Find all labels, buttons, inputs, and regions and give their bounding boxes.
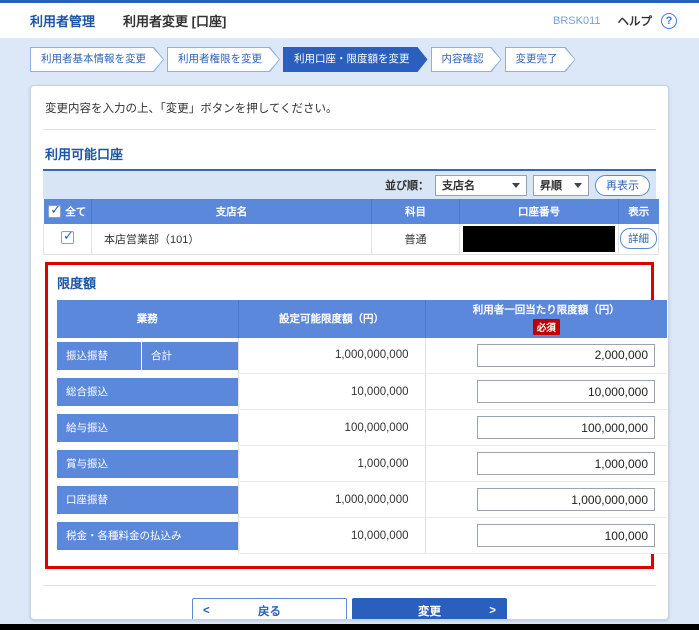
sort-key-select[interactable]: 支店名 <box>435 174 527 196</box>
limit-row-zeikin-payment: 税金・各種料金の払込み 10,000,000 <box>57 517 667 554</box>
limit-max-value: 10,000,000 <box>237 373 426 410</box>
limit-category-label: 総合振込 <box>57 377 238 406</box>
app-title: 利用者管理 <box>30 14 96 29</box>
sort-toolbar: 並び順： 支店名 昇順 再表示 <box>43 171 656 199</box>
sort-order-select[interactable]: 昇順 <box>533 174 589 196</box>
screen-id: BRSK011 <box>553 14 601 27</box>
account-number-redacted <box>463 225 615 252</box>
limit-input-sogo-furikomi[interactable] <box>477 380 655 403</box>
breadcrumb-step-permissions[interactable]: 利用者権限を変更 <box>167 47 280 72</box>
breadcrumb-step-basic-info[interactable]: 利用者基本情報を変更 <box>30 47 164 72</box>
limit-max-value: 100,000,000 <box>237 409 426 446</box>
limit-subcategory-label: 合計 <box>142 341 238 370</box>
submit-change-button[interactable]: 変更 > <box>352 598 507 619</box>
column-header-category: 業務 <box>57 299 238 338</box>
limit-input-furikomi-furikae[interactable] <box>477 343 655 367</box>
instruction-text: 変更内容を入力の上、「変更」ボタンを押してください。 <box>45 103 338 115</box>
breadcrumb-step-accounts-limits-current: 利用口座・限度額を変更 <box>283 47 428 72</box>
detail-button[interactable]: 詳細 <box>620 228 657 250</box>
limit-row-kyuyo-furikomi: 給与振込 100,000,000 <box>57 409 667 446</box>
checkmark-icon: ✓ <box>50 202 62 217</box>
help-question-icon[interactable]: ? <box>661 12 677 29</box>
limits-table: 業務 設定可能限度額（円） 利用者一回当たり限度額（円） 必須 振込振替 合計 … <box>57 299 667 554</box>
limit-max-value: 10,000,000 <box>237 517 426 554</box>
column-header-show: 表示 <box>618 199 659 224</box>
account-type: 普通 <box>371 224 460 255</box>
limit-row-furikomi-furikae: 振込振替 合計 1,000,000,000 <box>57 337 667 374</box>
page-title: 利用者変更 [口座] <box>123 14 227 29</box>
sort-key-value: 支店名 <box>442 180 475 192</box>
limit-max-value: 1,000,000,000 <box>237 337 426 374</box>
required-badge: 必須 <box>532 319 560 335</box>
back-button[interactable]: < 戻る <box>192 598 347 619</box>
main-panel: 変更内容を入力の上、「変更」ボタンを押してください。 利用可能口座 並び順： 支… <box>30 85 669 620</box>
sort-order-value: 昇順 <box>540 180 562 192</box>
refresh-button[interactable]: 再表示 <box>595 174 650 196</box>
back-button-label: 戻る <box>258 606 281 618</box>
limit-row-koza-furikae: 口座振替 1,000,000,000 <box>57 481 667 518</box>
accounts-header-row: ✓ 全て 支店名 科目 口座番号 表示 <box>43 199 659 224</box>
checkmark-icon: ✓ <box>63 227 74 243</box>
help-link-label[interactable]: ヘルプ <box>618 13 653 29</box>
chevron-down-icon <box>574 182 582 188</box>
column-header-type: 科目 <box>371 199 460 224</box>
limit-category-label: 振込振替 <box>57 341 141 370</box>
breadcrumb: 利用者基本情報を変更 利用者権限を変更 利用口座・限度額を変更 内容確認 変更完… <box>30 47 699 72</box>
account-row-checkbox[interactable]: ✓ <box>61 227 74 244</box>
column-header-max-limit: 設定可能限度額（円） <box>237 299 425 338</box>
limit-max-value: 1,000,000 <box>237 445 426 482</box>
limit-max-value: 1,000,000,000 <box>237 481 426 518</box>
limits-header-row: 業務 設定可能限度額（円） 利用者一回当たり限度額（円） 必須 <box>57 299 667 338</box>
select-all-label: 全て <box>65 206 87 218</box>
window-bottom-edge <box>0 624 699 630</box>
column-header-per-use-limit: 利用者一回当たり限度額（円） 必須 <box>424 299 667 338</box>
divider <box>43 585 656 586</box>
column-header-branch: 支店名 <box>91 199 372 224</box>
limit-input-shoyo-furikomi[interactable] <box>477 452 655 475</box>
column-header-number: 口座番号 <box>459 199 619 224</box>
chevron-down-icon <box>512 182 520 188</box>
limit-row-sogo-furikomi: 総合振込 10,000,000 <box>57 373 667 410</box>
limits-section-title: 限度額 <box>57 275 97 291</box>
breadcrumb-step-complete: 変更完了 <box>505 47 576 72</box>
accounts-section-title: 利用可能口座 <box>45 147 124 162</box>
app-header: 利用者管理 利用者変更 [口座] BRSK011 ヘルプ ? <box>0 3 699 38</box>
limit-input-kyuyo-furikomi[interactable] <box>477 416 655 439</box>
limit-input-zeikin-payment[interactable] <box>477 524 655 547</box>
sort-label: 並び順： <box>385 180 429 192</box>
per-use-limit-label: 利用者一回当たり限度額（円） <box>472 304 620 316</box>
action-button-row: < 戻る 変更 > <box>43 598 656 619</box>
account-row: ✓ 本店営業部（101） 普通 詳細 <box>43 224 659 255</box>
limits-highlight-box: 限度額 業務 設定可能限度額（円） 利用者一回当たり限度額（円） 必須 振込振替… <box>45 261 667 569</box>
breadcrumb-step-confirm: 内容確認 <box>431 47 502 72</box>
limit-row-shoyo-furikomi: 賞与振込 1,000,000 <box>57 445 667 482</box>
submit-button-label: 変更 <box>418 606 441 618</box>
divider <box>43 129 656 130</box>
limit-category-label: 賞与振込 <box>57 449 238 478</box>
chevron-left-icon: < <box>203 605 210 617</box>
chevron-right-icon: > <box>489 605 496 617</box>
accounts-table: ✓ 全て 支店名 科目 口座番号 表示 ✓ 本店営業部（101） 普通 詳細 <box>43 199 659 255</box>
select-all-checkbox[interactable]: ✓ <box>48 202 62 218</box>
limit-input-koza-furikae[interactable] <box>477 488 655 511</box>
limit-category-label: 給与振込 <box>57 413 238 442</box>
limit-category-label: 税金・各種料金の払込み <box>57 521 238 550</box>
account-branch-name: 本店営業部（101） <box>91 224 372 255</box>
limit-category-label: 口座振替 <box>57 485 238 514</box>
